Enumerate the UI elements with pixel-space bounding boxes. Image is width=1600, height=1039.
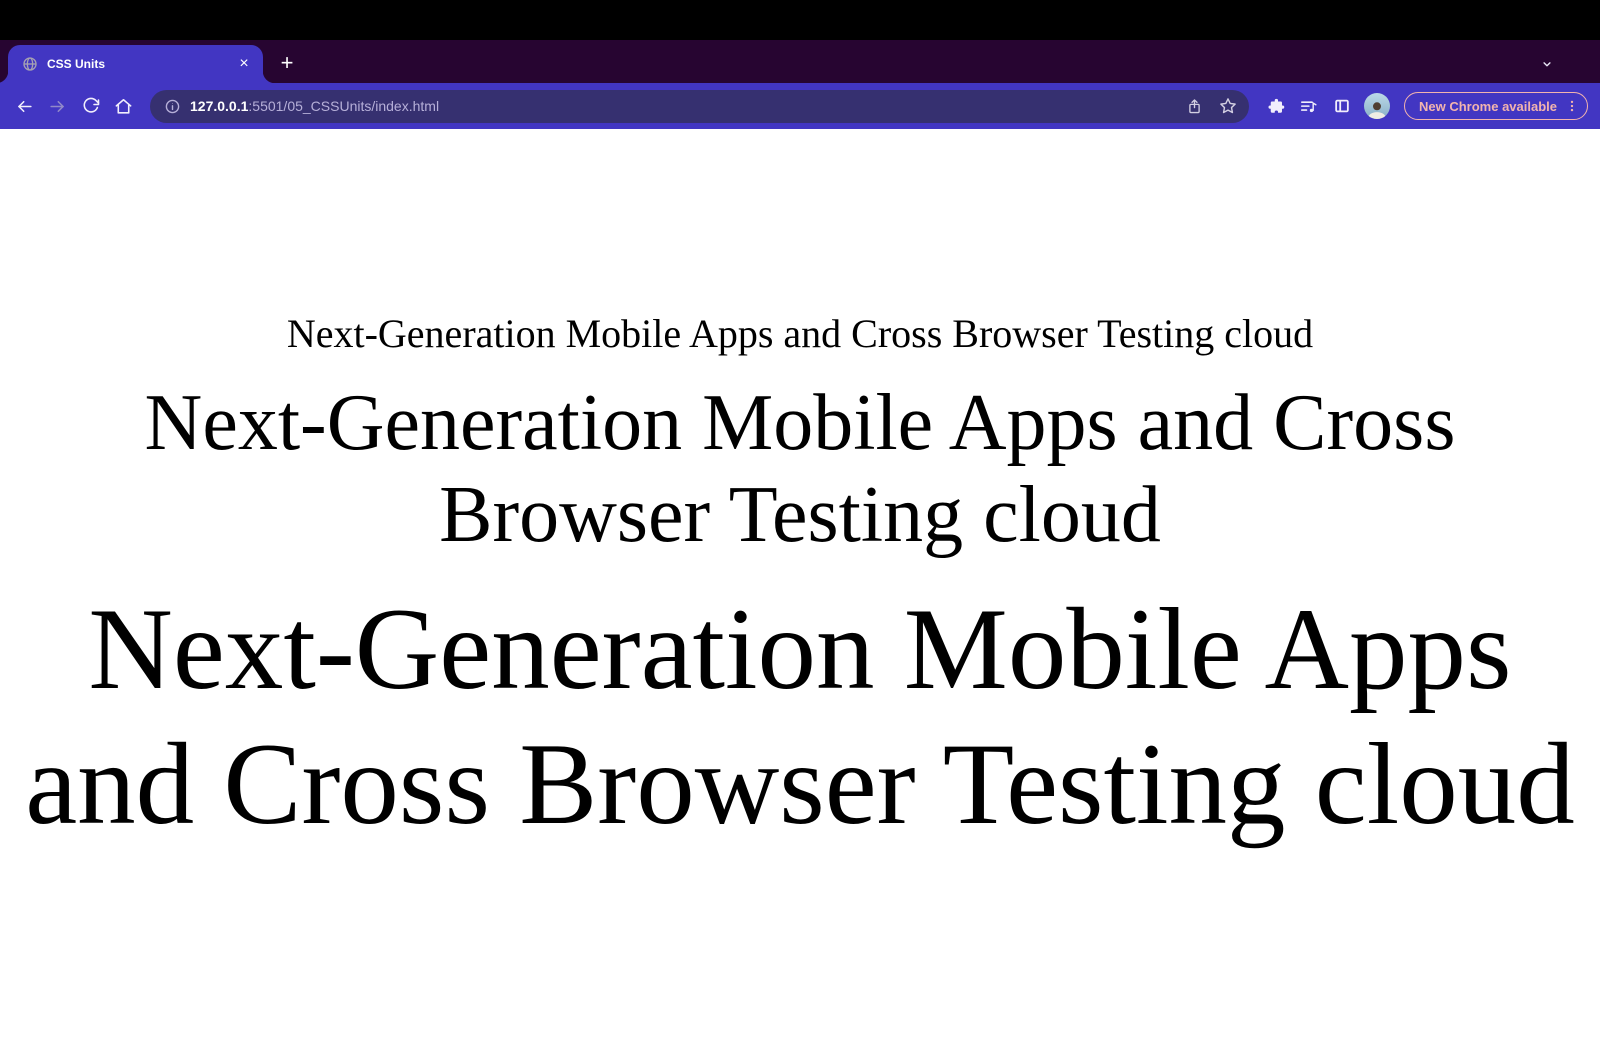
star-icon (1220, 98, 1236, 114)
tab-overflow-chevron-icon[interactable] (1536, 53, 1558, 75)
url-host: 127.0.0.1 (190, 98, 249, 114)
heading-medium: Next-Generation Mobile Apps and Cross Br… (0, 377, 1600, 561)
tab-close-icon[interactable]: × (235, 55, 253, 73)
heading-medium-line-1: Next-Generation Mobile Apps and Cross (144, 379, 1456, 467)
tab-strip: CSS Units × + (0, 40, 1600, 83)
reload-icon (83, 97, 99, 113)
share-icon (1188, 98, 1200, 113)
heading-large-line-1: Next-Generation Mobile Apps (88, 585, 1512, 714)
tab-title: CSS Units (47, 57, 106, 71)
page-content: Next-Generation Mobile Apps and Cross Br… (0, 129, 1600, 1039)
extensions-button[interactable] (1261, 92, 1290, 121)
chrome-update-button[interactable]: New Chrome available (1404, 92, 1588, 120)
bookmark-button[interactable] (1215, 93, 1241, 119)
browser-tab[interactable]: CSS Units × (0, 45, 275, 83)
browser-window: CSS Units × + 127.0.0.1:5501/05_CSSUnits… (0, 0, 1600, 1039)
update-label: New Chrome available (1419, 98, 1557, 114)
media-queue-icon (1300, 100, 1317, 112)
globe-favicon-icon (22, 56, 38, 72)
profile-avatar[interactable] (1364, 93, 1390, 119)
kebab-menu-icon (1570, 100, 1574, 112)
site-info-icon[interactable] (160, 94, 184, 118)
toolbar: 127.0.0.1:5501/05_CSSUnits/index.html Ne… (0, 83, 1600, 129)
forward-button[interactable] (43, 92, 72, 121)
home-button[interactable] (109, 92, 138, 121)
reload-button[interactable] (76, 92, 105, 121)
back-arrow-icon (18, 100, 32, 112)
top-black-bar (0, 0, 1600, 40)
heading-small: Next-Generation Mobile Apps and Cross Br… (286, 311, 1314, 356)
media-controls-button[interactable] (1294, 92, 1323, 121)
new-tab-button[interactable]: + (273, 49, 301, 77)
heading-large-line-2: and Cross Browser Testing cloud (25, 719, 1575, 849)
share-button[interactable] (1181, 93, 1207, 119)
heading-large: Next-Generation Mobile Apps and Cross Br… (0, 583, 1600, 852)
back-button[interactable] (10, 92, 39, 121)
heading-medium-line-2: Browser Testing cloud (439, 471, 1161, 559)
address-bar[interactable]: 127.0.0.1:5501/05_CSSUnits/index.html (150, 89, 1249, 123)
side-panel-button[interactable] (1327, 92, 1356, 121)
home-icon (115, 98, 132, 114)
forward-arrow-icon (50, 100, 64, 112)
side-panel-icon (1334, 99, 1349, 113)
url-path: :5501/05_CSSUnits/index.html (248, 98, 440, 114)
url-text: 127.0.0.1:5501/05_CSSUnits/index.html (190, 98, 1173, 114)
puzzle-icon (1268, 98, 1284, 113)
